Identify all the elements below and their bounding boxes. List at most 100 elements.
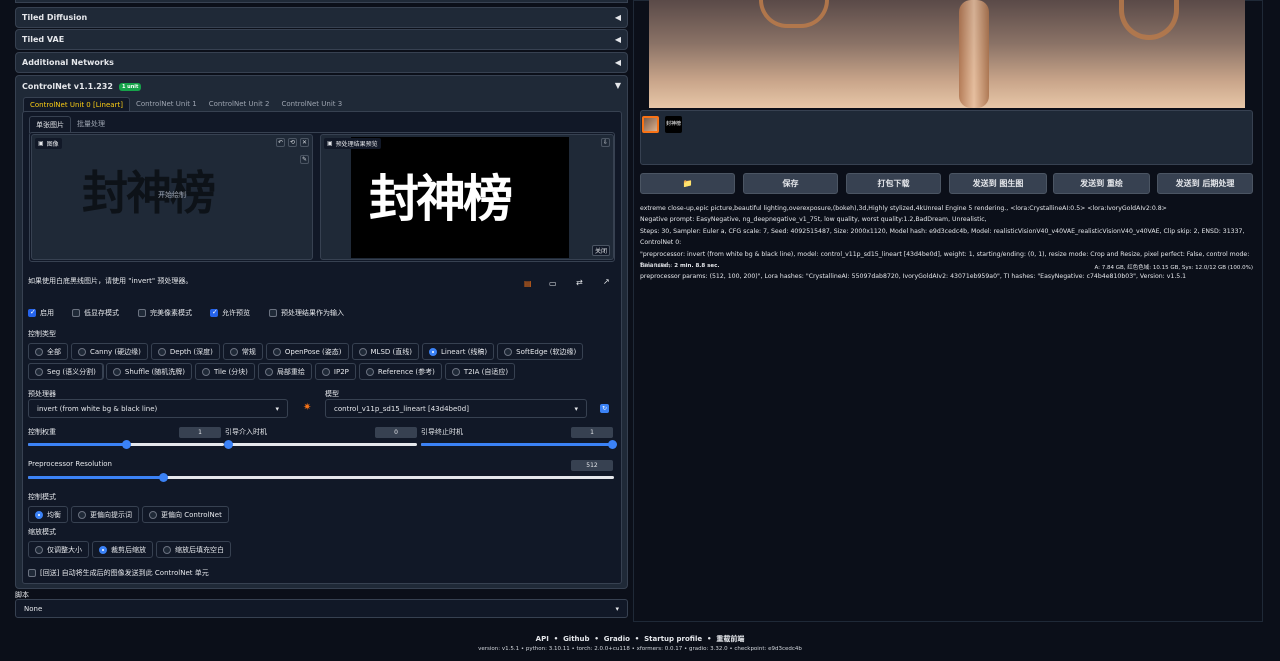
control-type-option[interactable]: Reference (参考) — [358, 363, 442, 380]
control-type-option[interactable]: MLSD (直线) — [351, 343, 419, 360]
footer-link-gradio[interactable]: Gradio — [604, 635, 630, 643]
end-step-slider[interactable] — [421, 440, 617, 449]
control-type-label: 控制类型 — [28, 330, 56, 338]
control-type-option[interactable]: SoftEdge (软边缘) — [497, 343, 584, 360]
control-type-option-label: T2IA (自适应) — [463, 367, 509, 376]
checkbox-box — [28, 569, 36, 577]
accordion-tiled-vae[interactable]: Tiled VAE ◀ — [15, 29, 628, 50]
footer-link-startup-profile[interactable]: Startup profile — [644, 635, 702, 643]
tab-unit-3[interactable]: ControlNet Unit 3 — [275, 97, 348, 112]
control-type-option-label: SoftEdge (软边缘) — [516, 347, 577, 356]
model-select[interactable]: control_v11p_sd15_lineart [43d4be0d] ▾ — [325, 399, 587, 418]
low-vram-checkbox[interactable]: 低显存模式 — [72, 308, 119, 318]
slider-knob[interactable] — [122, 440, 131, 449]
controlnet-header[interactable]: ControlNet v1.1.232 1 unit — [22, 82, 142, 91]
camera-icon[interactable]: ▭ — [549, 279, 557, 288]
footer-link-reload-ui[interactable]: 重载前端 — [716, 635, 744, 643]
loopback-checkbox[interactable]: [回送] 自动将生成后的图像发送到此 ControlNet 单元 — [28, 568, 209, 578]
run-preprocessor-icon[interactable]: ✷ — [303, 402, 311, 413]
vram-usage: A: 7.84 GB, 红色色域: 10.15 GB, Sys: 12.0/12… — [1094, 265, 1253, 271]
thumbnail-preprocessed[interactable]: 封神榜 — [665, 116, 682, 133]
weight-slider[interactable] — [28, 440, 224, 449]
control-type-option[interactable]: 局部重绘 — [257, 363, 312, 380]
brush-icon[interactable]: ✎ — [300, 155, 309, 164]
send-dimensions-icon[interactable]: ↗ — [603, 277, 610, 286]
resolution-input[interactable]: 512 — [571, 460, 613, 471]
send-to-extras-button[interactable]: 发送到 后期处理 — [1157, 173, 1253, 194]
expand-triangle-icon[interactable]: ▼ — [615, 81, 621, 90]
footer-link-github[interactable]: Github — [563, 635, 589, 643]
accordion-additional-networks[interactable]: Additional Networks ◀ — [15, 52, 628, 73]
resize-mode-option[interactable]: 仅调整大小 — [28, 541, 89, 558]
tab-unit-0[interactable]: ControlNet Unit 0 [Lineart] — [23, 97, 130, 112]
control-type-option[interactable]: Depth (深度) — [150, 343, 220, 360]
zip-download-button[interactable]: 打包下载 — [846, 173, 941, 194]
close-icon[interactable]: ✕ — [300, 138, 309, 147]
control-type-option[interactable]: Lineart (线稿) — [421, 343, 495, 360]
control-type-option[interactable]: OpenPose (姿态) — [265, 343, 349, 360]
control-type-option-label: Seg (语义分割) — [47, 367, 96, 376]
start-step-slider[interactable] — [224, 440, 417, 449]
slider-knob[interactable] — [158, 473, 168, 482]
allow-preview-checkbox[interactable]: 允许预览 — [210, 308, 250, 318]
control-type-option-label: 常规 — [241, 347, 256, 356]
resize-mode-option[interactable]: 缩放后填充空白 — [156, 541, 231, 558]
start-step-input[interactable]: 0 — [375, 427, 417, 438]
send-to-inpaint-button[interactable]: 发送到 重绘 — [1053, 173, 1150, 194]
swap-icon[interactable]: ⇄ — [576, 278, 583, 287]
control-mode-label: 控制模式 — [28, 493, 56, 501]
weight-input[interactable]: 1 — [179, 427, 221, 438]
resize-mode-label: 缩放模式 — [28, 528, 56, 536]
control-type-option[interactable]: IP2P — [314, 363, 356, 380]
control-type-option[interactable]: Tile (分块) — [194, 363, 255, 380]
enable-checkbox[interactable]: 启用 — [28, 308, 54, 318]
thumbnail-generated[interactable] — [642, 116, 659, 133]
download-icon[interactable]: ⇩ — [601, 138, 610, 147]
undo-icon[interactable]: ↶ — [276, 138, 285, 147]
control-type-row-2: Seg (语义分割) Shuffle (随机洗牌) Tile (分块) 局部重绘 IP2… — [28, 363, 628, 380]
control-type-option[interactable]: 常规 — [222, 343, 263, 360]
refresh-models-icon[interactable]: ↻ — [600, 404, 609, 413]
control-type-option[interactable]: 全部 — [28, 343, 68, 360]
resize-mode-option[interactable]: 裁剪后缩放 — [92, 541, 153, 558]
tab-single-image[interactable]: 单张图片 — [29, 116, 71, 133]
control-type-option-label: 局部重绘 — [276, 367, 305, 376]
input-image-canvas[interactable]: 封神榜 ▣ 图像 开始绘制 ↶ ⟲ ✕ ✎ — [31, 134, 313, 260]
script-select[interactable]: None ▾ — [15, 599, 628, 618]
preprocessor-as-input-checkbox[interactable]: 预处理结果作为输入 — [269, 308, 344, 318]
control-type-option-label: 全部 — [47, 347, 61, 356]
slider-fill — [28, 476, 163, 479]
control-type-option-label: Tile (分块) — [213, 367, 248, 376]
send-to-img2img-button[interactable]: 发送到 图生图 — [949, 173, 1047, 194]
weight-label: 控制权重 — [28, 428, 56, 436]
resolution-slider[interactable] — [28, 473, 614, 482]
control-type-option[interactable]: T2IA (自适应) — [444, 363, 516, 380]
generated-image[interactable] — [649, 0, 1245, 108]
control-type-option[interactable]: Seg (语义分割) — [28, 363, 103, 380]
footer-link-api[interactable]: API — [536, 635, 549, 643]
control-mode-option[interactable]: 更偏向提示词 — [71, 506, 139, 523]
open-folder-button[interactable]: 📁 — [640, 173, 735, 194]
gallery-thumbnails: 封神榜 — [640, 110, 1253, 165]
slider-knob[interactable] — [224, 440, 233, 449]
new-canvas-icon[interactable]: ▤ — [524, 279, 532, 288]
radio-dot — [78, 510, 86, 519]
tab-unit-1[interactable]: ControlNet Unit 1 — [130, 97, 203, 112]
control-mode-option[interactable]: 更偏向 ControlNet — [142, 506, 229, 523]
control-type-option[interactable]: Shuffle (随机洗牌) — [105, 363, 192, 380]
control-mode-option[interactable]: 均衡 — [28, 506, 68, 523]
radio-dot — [358, 347, 367, 356]
slider-knob[interactable] — [608, 440, 617, 449]
tab-unit-2[interactable]: ControlNet Unit 2 — [203, 97, 276, 112]
reset-icon[interactable]: ⟲ — [288, 138, 297, 147]
preprocessor-select[interactable]: invert (from white bg & black line) ▾ — [28, 399, 288, 418]
close-preview-button[interactable]: 关闭 — [591, 245, 610, 256]
control-type-option-label: Canny (硬边缘) — [90, 347, 141, 356]
control-type-option[interactable]: Canny (硬边缘) — [71, 343, 148, 360]
checkbox-box — [28, 308, 36, 317]
save-button[interactable]: 保存 — [743, 173, 838, 194]
accordion-tiled-diffusion[interactable]: Tiled Diffusion ◀ — [15, 7, 628, 28]
pixel-perfect-checkbox[interactable]: 完美像素模式 — [138, 308, 192, 318]
end-step-input[interactable]: 1 — [571, 427, 613, 438]
tab-batch[interactable]: 批量处理 — [71, 116, 111, 133]
